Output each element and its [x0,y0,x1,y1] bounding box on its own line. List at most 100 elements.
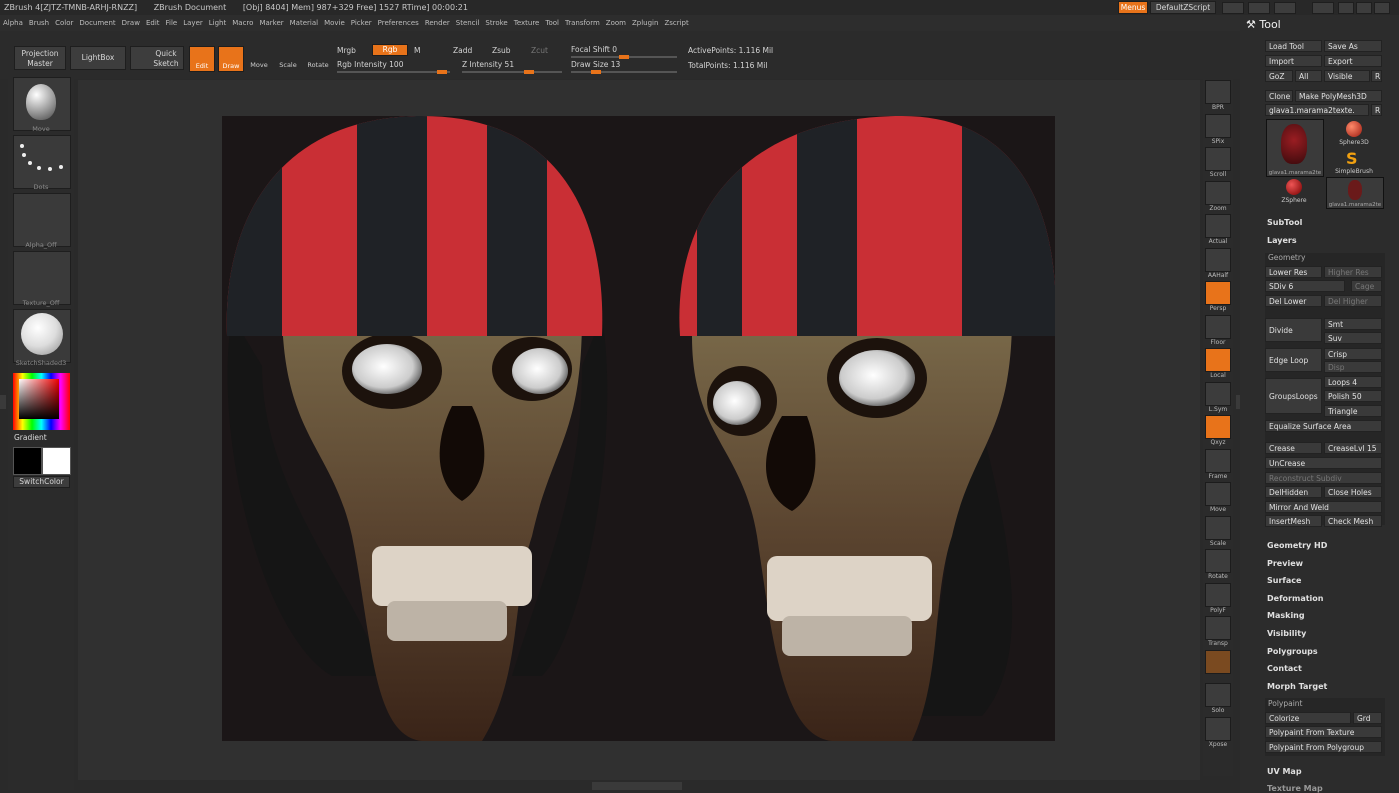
scroll-icon[interactable] [1205,147,1231,171]
focal-shift-slider[interactable] [571,55,677,59]
polypaint-from-polygroup-button[interactable]: Polypaint From Polygroup [1265,741,1382,753]
tool-thumbnail-skull[interactable]: glava1.marama2te [1266,119,1324,177]
lightbox-button[interactable]: LightBox [70,46,126,70]
polygroups-section[interactable]: Polygroups [1267,647,1318,656]
save-icon[interactable] [1312,2,1334,14]
edit-button[interactable]: Edit [189,46,215,72]
menu-movie[interactable]: Movie [321,15,348,31]
frame-icon[interactable] [1205,448,1231,473]
menu-stroke[interactable]: Stroke [482,15,510,31]
document-canvas[interactable] [222,116,1055,741]
solo-icon[interactable] [1205,683,1231,707]
menu-brush[interactable]: Brush [26,15,52,31]
maximize-icon[interactable] [1356,2,1372,14]
tool-thumbnail-skull-2[interactable]: glava1.marama2te [1326,177,1384,209]
menu-stencil[interactable]: Stencil [453,15,483,31]
crisp-toggle[interactable]: Crisp [1324,348,1382,360]
del-lower-button[interactable]: Del Lower [1265,295,1322,307]
masking-section[interactable]: Masking [1267,611,1305,620]
scale-icon[interactable] [1205,515,1231,540]
menu-zscript[interactable]: Zscript [661,15,691,31]
edge-loop-button[interactable]: Edge Loop [1265,348,1322,372]
texture-thumbnail[interactable] [13,251,71,305]
menus-button[interactable]: Menus [1118,1,1148,14]
draw-button[interactable]: Draw [218,46,244,72]
make-polymesh-button[interactable]: Make PolyMesh3D [1295,90,1382,102]
projection-master-button[interactable]: Projection Master [14,46,66,70]
close-holes-button[interactable]: Close Holes [1324,486,1382,498]
close-icon[interactable] [1374,2,1390,14]
alpha-thumbnail[interactable] [13,193,71,247]
polish-slider[interactable]: Polish 50 [1324,390,1382,402]
visibility-section[interactable]: Visibility [1267,629,1306,638]
help-icon[interactable] [1222,2,1244,14]
menu-picker[interactable]: Picker [348,15,375,31]
layers-section[interactable]: Layers [1267,236,1297,245]
menu-light[interactable]: Light [206,15,229,31]
tool-thumbnail-sphere3d[interactable]: Sphere3D [1326,119,1382,149]
menu-texture[interactable]: Texture [511,15,543,31]
material-thumbnail[interactable] [13,309,71,363]
local-icon[interactable] [1205,348,1231,372]
polypaint-header[interactable]: Polypaint [1268,699,1303,708]
zoom-icon[interactable] [1205,180,1231,205]
spix-icon[interactable] [1205,113,1231,138]
current-tool-slider[interactable]: glava1.marama2texte. [1265,104,1369,116]
clone-button[interactable]: Clone [1265,90,1293,102]
insertmesh-button[interactable]: InsertMesh [1265,515,1322,527]
m-button[interactable]: M [414,46,420,55]
tool-thumbnail-zsphere[interactable]: ZSphere [1266,177,1322,205]
rotate-icon[interactable] [1205,549,1231,573]
triangle-toggle[interactable]: Triangle [1324,405,1382,417]
rgb-button[interactable]: Rgb [372,44,408,56]
divide-button[interactable]: Divide [1265,318,1322,342]
equalize-surface-area-button[interactable]: Equalize Surface Area [1265,420,1382,432]
mrgb-button[interactable]: Mrgb [337,46,356,55]
loops-slider[interactable]: Loops 4 [1324,376,1382,388]
scale-button[interactable]: Scale [277,46,299,72]
texture-map-section[interactable]: Texture Map [1267,784,1323,793]
lower-res-button[interactable]: Lower Res [1265,266,1322,278]
ui-icon[interactable] [1274,2,1296,14]
bpr-icon[interactable] [1205,80,1231,104]
reconstruct-subdiv-button[interactable]: Reconstruct Subdiv [1265,472,1382,484]
deformation-section[interactable]: Deformation [1267,594,1323,603]
grd-toggle[interactable]: Grd [1353,712,1382,724]
secondary-color-swatch[interactable] [13,447,42,475]
brush-thumbnail[interactable] [13,77,71,131]
right-tray-handle[interactable] [1236,395,1240,409]
sdiv-slider[interactable]: SDiv 6 [1265,280,1345,292]
actual-icon[interactable] [1205,214,1231,238]
main-color-swatch[interactable] [42,447,71,475]
all-button[interactable]: All [1295,70,1322,82]
menu-zoom[interactable]: Zoom [603,15,629,31]
color-square[interactable] [19,379,59,419]
menu-macro[interactable]: Macro [229,15,256,31]
visible-button[interactable]: Visible [1324,70,1370,82]
qxyz-icon[interactable] [1205,415,1231,439]
menu-color[interactable]: Color [52,15,76,31]
menu-zplugin[interactable]: Zplugin [629,15,661,31]
color-picker[interactable] [13,373,70,430]
uv-map-section[interactable]: UV Map [1267,767,1302,776]
polyf-icon[interactable] [1205,582,1231,607]
visible-r-button[interactable]: R [1371,70,1382,82]
higher-res-button[interactable]: Higher Res [1324,266,1382,278]
zcut-button[interactable]: Zcut [531,46,548,55]
smt-toggle[interactable]: Smt [1324,318,1382,330]
morph-target-section[interactable]: Morph Target [1267,682,1327,691]
ghost-icon[interactable] [1205,649,1231,674]
xpose-icon[interactable] [1205,716,1231,741]
suv-toggle[interactable]: Suv [1324,332,1382,344]
geometry-header[interactable]: Geometry [1268,253,1305,262]
menu-file[interactable]: File [163,15,181,31]
menu-alpha[interactable]: Alpha [0,15,26,31]
floor-icon[interactable] [1205,314,1231,339]
rotate-button[interactable]: Rotate [306,46,330,72]
transp-icon[interactable] [1205,616,1231,640]
minimize-icon[interactable] [1338,2,1354,14]
mirror-and-weld-button[interactable]: Mirror And Weld [1265,501,1382,513]
goz-button[interactable]: GoZ [1265,70,1293,82]
polypaint-from-texture-button[interactable]: Polypaint From Texture [1265,726,1382,738]
geometry-hd-section[interactable]: Geometry HD [1267,541,1327,550]
